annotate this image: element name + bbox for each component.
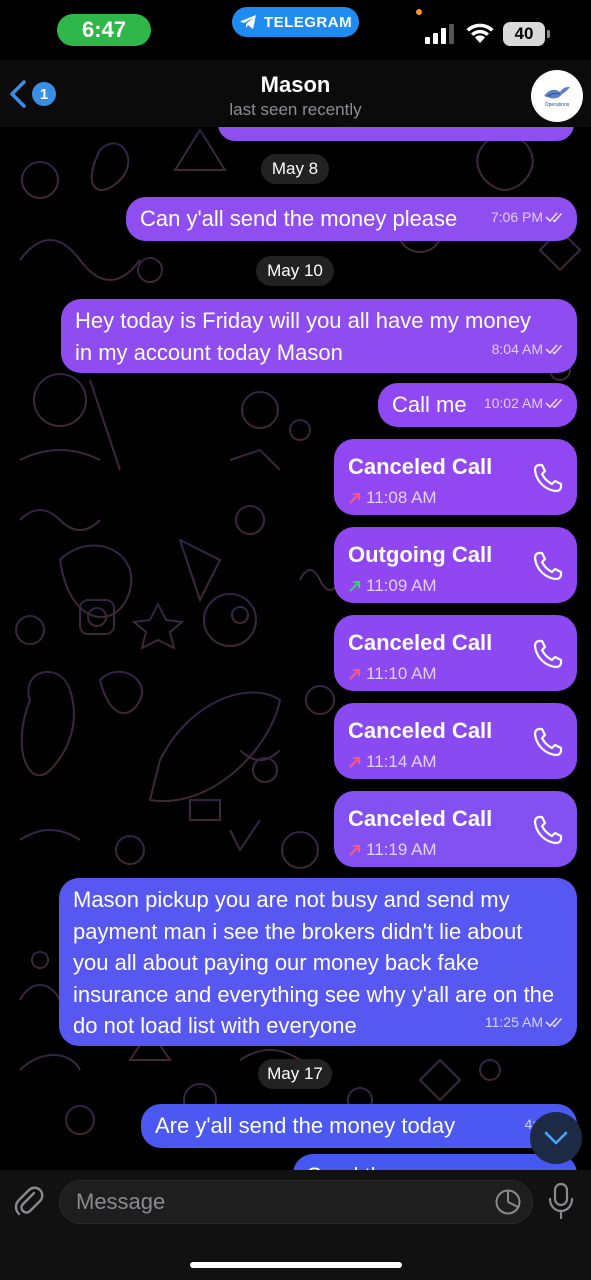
date-separator: May 10 — [256, 256, 334, 286]
date-separator: May 8 — [261, 154, 329, 184]
phone-icon[interactable] — [531, 461, 565, 495]
status-bar: 6:47 TELEGRAM 40 — [0, 0, 591, 60]
message-text: Send the money — [307, 1160, 563, 1170]
phone-icon[interactable] — [531, 549, 565, 583]
status-time: 6:47 — [57, 14, 151, 46]
date-separator: May 17 — [258, 1059, 332, 1089]
microphone-icon[interactable] — [546, 1182, 576, 1220]
scroll-to-bottom-button[interactable] — [530, 1112, 582, 1164]
call-title: Canceled Call — [348, 630, 493, 655]
message-bubble[interactable]: Can y'all send the money please 7:06 PM — [126, 197, 577, 241]
call-title: Canceled Call — [348, 718, 493, 743]
phone-icon[interactable] — [531, 725, 565, 759]
canceled-call-arrow-icon — [349, 844, 360, 856]
contact-status: last seen recently — [229, 100, 362, 119]
message-time: 11:25 AM — [484, 1013, 543, 1030]
call-bubble[interactable]: Canceled Call 11:08 AM — [334, 439, 577, 515]
bird-logo-icon — [544, 86, 570, 99]
privacy-indicator-dot — [416, 9, 422, 15]
phone-icon[interactable] — [531, 637, 565, 671]
call-meta: 11:09 AM — [348, 570, 437, 602]
contact-avatar[interactable]: Operations — [531, 70, 583, 122]
outgoing-call-arrow-icon — [349, 580, 360, 592]
canceled-call-arrow-icon — [349, 492, 360, 504]
telegram-icon — [239, 15, 256, 29]
call-title: Outgoing Call — [348, 542, 493, 567]
telegram-pill[interactable]: TELEGRAM — [232, 7, 359, 37]
message-meta: 11:25 AM — [485, 1007, 565, 1039]
message-meta: 8:04 AM — [492, 334, 565, 366]
call-bubble[interactable]: Canceled Call 11:14 AM — [334, 703, 577, 779]
phone-icon[interactable] — [531, 813, 565, 847]
home-indicator — [190, 1262, 402, 1268]
call-title: Canceled Call — [348, 806, 493, 831]
telegram-pill-label: TELEGRAM — [263, 13, 353, 31]
call-time: 11:08 AM — [366, 488, 437, 507]
wifi-icon — [466, 23, 494, 43]
message-time: 7:06 PM — [490, 208, 543, 225]
message-input[interactable] — [76, 1181, 476, 1223]
message-meta: 10:02 AM — [484, 388, 565, 420]
call-meta: 11:14 AM — [348, 746, 437, 778]
battery-indicator: 40 — [503, 22, 550, 46]
canceled-call-arrow-icon — [349, 756, 360, 768]
contact-name[interactable]: Mason — [0, 72, 591, 98]
message-text-line: in my account today Mason — [75, 339, 343, 365]
call-time: 11:14 AM — [366, 752, 437, 771]
call-time: 11:10 AM — [366, 664, 437, 683]
call-meta: 11:10 AM — [348, 658, 437, 690]
message-text-line: Hey today is Friday will you all have my… — [75, 308, 532, 333]
message-bubble[interactable]: Call me 10:02 AM — [378, 383, 577, 427]
message-bubble-partial[interactable]: Send the money — [293, 1154, 577, 1170]
double-check-icon — [545, 398, 563, 409]
call-title: Canceled Call — [348, 454, 493, 479]
avatar-label: Operations — [544, 102, 570, 108]
chat-header: 1 Mason last seen recently Operations — [0, 60, 591, 127]
message-bubble[interactable]: Are y'all send the money today 4:27 P — [141, 1104, 577, 1148]
double-check-icon — [545, 1017, 563, 1028]
message-bubble[interactable]: Hey today is Friday will you all have my… — [61, 299, 577, 373]
call-bubble[interactable]: Canceled Call 11:10 AM — [334, 615, 577, 691]
call-time: 11:19 AM — [366, 840, 437, 859]
call-bubble[interactable]: Canceled Call 11:19 AM — [334, 791, 577, 867]
call-meta: 11:08 AM — [348, 482, 437, 514]
message-list[interactable]: May 8 Can y'all send the money please 7:… — [0, 127, 591, 1170]
chevron-down-icon — [544, 1131, 568, 1145]
message-text: Are y'all send the money today — [155, 1113, 456, 1138]
message-time: 8:04 AM — [491, 340, 543, 357]
canceled-call-arrow-icon — [349, 668, 360, 680]
sticker-icon[interactable] — [494, 1188, 522, 1216]
call-meta: 11:19 AM — [348, 834, 437, 866]
message-time: 10:02 AM — [483, 394, 543, 411]
double-check-icon — [545, 344, 563, 355]
double-check-icon — [545, 212, 563, 223]
message-meta: 7:06 PM — [491, 202, 565, 234]
call-bubble[interactable]: Outgoing Call 11:09 AM — [334, 527, 577, 603]
message-bubble[interactable]: Mason pickup you are not busy and send m… — [59, 878, 577, 1046]
call-time: 11:09 AM — [366, 576, 437, 595]
cellular-signal-icon — [425, 24, 454, 44]
message-field[interactable] — [59, 1180, 533, 1224]
message-bubble-partial[interactable] — [218, 127, 574, 141]
paperclip-icon[interactable] — [12, 1184, 46, 1218]
